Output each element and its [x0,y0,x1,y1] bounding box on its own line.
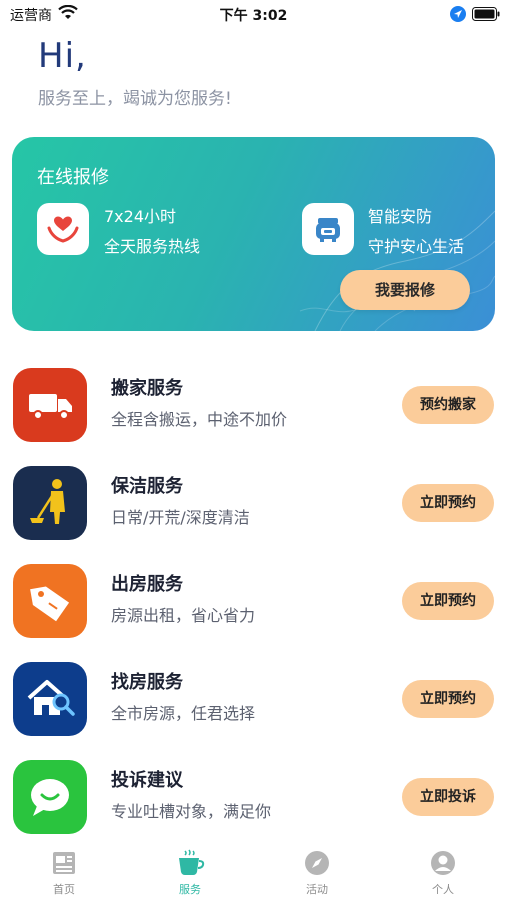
service-desc: 房源出租，省心省力 [111,606,256,625]
service-desc: 专业吐槽对象，满足你 [111,802,272,821]
service-complaint[interactable]: 投诉建议 专业吐槽对象，满足你 立即投诉 [0,760,507,850]
tab-label: 服务 [179,883,201,896]
service-cleaning[interactable]: 保洁服务 日常/开荒/深度清洁 立即预约 [0,466,507,556]
service-title: 出房服务 [111,574,183,595]
book-rent-out-button[interactable]: 立即预约 [402,582,494,620]
chat-bubble-icon [13,760,87,834]
feature-hotline-line1: 7x24小时 [104,207,177,226]
greeting-slogan: 服务至上，竭诚为您服务! [38,89,232,109]
service-desc: 日常/开荒/深度清洁 [111,508,250,527]
submit-complaint-button[interactable]: 立即投诉 [402,778,494,816]
request-repair-button[interactable]: 我要报修 [340,270,470,310]
service-title: 找房服务 [111,672,183,693]
service-find-house[interactable]: 找房服务 全市房源，任君选择 立即预约 [0,662,507,752]
tab-activity[interactable]: 活动 [272,848,362,898]
battery-icon [472,7,500,21]
service-title: 搬家服务 [111,378,183,399]
book-moving-button[interactable]: 预约搬家 [402,386,494,424]
online-repair-banner: 在线报修 7x24小时 全天服务热线 智能安防 守护安心生活 我要报修 [12,137,495,331]
book-find-house-button[interactable]: 立即预约 [402,680,494,718]
feature-security-line1: 智能安防 [368,207,433,226]
service-rent-out[interactable]: 出房服务 房源出租，省心省力 立即预约 [0,564,507,654]
status-bar: 运营商 下午 3:02 [0,0,507,28]
location-arrow-icon [450,6,466,22]
service-title: 投诉建议 [111,770,183,791]
tab-label: 个人 [432,883,454,896]
tab-profile[interactable]: 个人 [398,848,488,898]
compass-icon [305,851,329,875]
tab-label: 首页 [53,883,75,896]
book-cleaning-button[interactable]: 立即预约 [402,484,494,522]
status-time: 下午 3:02 [219,8,288,24]
service-desc: 全程含搬运，中途不加价 [111,410,288,429]
user-icon [431,851,455,875]
feature-security-line2: 守护安心生活 [368,237,465,256]
tag-icon [13,564,87,638]
tab-label: 活动 [306,883,328,896]
house-search-icon [13,662,87,736]
heart-hands-icon [37,203,89,255]
tab-home[interactable]: 首页 [19,848,109,898]
bottom-tab-bar: 首页 服务 活动 个人 [0,840,507,900]
greeting-title: Hi, [38,36,87,76]
service-title: 保洁服务 [111,476,183,497]
service-moving[interactable]: 搬家服务 全程含搬运，中途不加价 预约搬家 [0,368,507,458]
service-desc: 全市房源，任君选择 [111,704,256,723]
feature-hotline-line2: 全天服务热线 [104,237,201,256]
coffee-cup-icon [179,849,205,875]
cleaner-icon [13,466,87,540]
banner-title: 在线报修 [37,167,109,188]
newspaper-icon [53,852,75,874]
truck-icon [13,368,87,442]
security-guard-icon [302,203,354,255]
tab-service[interactable]: 服务 [145,848,235,898]
